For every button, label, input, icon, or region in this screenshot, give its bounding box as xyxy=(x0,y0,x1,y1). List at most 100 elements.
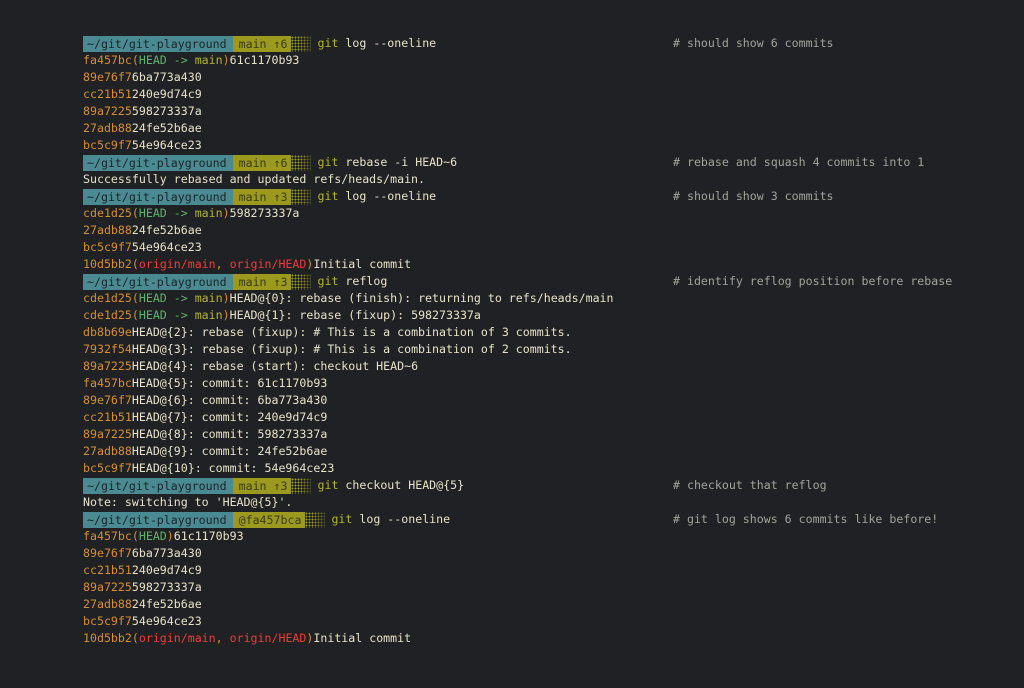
log-line: cc21b51 HEAD@{7}: commit: 240e9d74c9 xyxy=(83,409,614,426)
commit-hash: 89a7225 xyxy=(83,104,132,118)
prompt-branch-segment: main ↑3 xyxy=(232,477,292,494)
log-line: 89e76f7 HEAD@{6}: commit: 6ba773a430 xyxy=(83,392,614,409)
commit-hash: 89e76f7 xyxy=(83,70,132,84)
commit-hash: 89e76f7 xyxy=(83,393,132,407)
ref-close-paren: ) xyxy=(166,529,174,543)
ref-main: main xyxy=(194,53,223,67)
commit-message: Initial commit xyxy=(313,257,412,271)
ref-close-paren: ) xyxy=(222,308,230,322)
commit-hash: 27adb88 xyxy=(83,444,132,458)
command-comment: # identify reflog position before rebase xyxy=(673,274,953,288)
commit-message: HEAD@{8}: commit: 598273337a xyxy=(131,427,328,441)
commit-message: 24fe52b6ae xyxy=(131,223,202,237)
prompt-branch-segment: main ↑3 xyxy=(232,273,292,290)
commit-message: Initial commit xyxy=(313,631,412,645)
command-git: git xyxy=(317,189,339,203)
commit-hash: cde1d25 xyxy=(83,206,132,220)
commit-message: HEAD@{6}: commit: 6ba773a430 xyxy=(131,393,328,407)
ref-head: HEAD xyxy=(138,206,167,220)
commit-message: 6ba773a430 xyxy=(131,546,202,560)
log-line: bc5c9f7 HEAD@{10}: commit: 54e964ce23 xyxy=(83,460,614,477)
commit-message: 6ba773a430 xyxy=(131,70,202,84)
prompt-path-segment: ~/git/git-playground xyxy=(83,511,233,528)
output-text: Successfully rebased and updated refs/he… xyxy=(83,172,426,186)
ref-open-paren: ( xyxy=(131,53,139,67)
ref-close-paren: ) xyxy=(222,53,230,67)
commit-hash: 89a7225 xyxy=(83,359,132,373)
commit-message: 240e9d74c9 xyxy=(131,563,202,577)
commit-message: 54e964ce23 xyxy=(131,240,202,254)
ref-open-paren: ( xyxy=(131,308,139,322)
prompt-path-segment: ~/git/git-playground xyxy=(83,188,233,205)
commit-message: 61c1170b93 xyxy=(173,529,244,543)
commit-message: 24fe52b6ae xyxy=(131,597,202,611)
commit-hash: bc5c9f7 xyxy=(83,138,132,152)
ref-open-paren: ( xyxy=(131,257,139,271)
ref-arrow: -> xyxy=(166,53,195,67)
command-git: git xyxy=(317,478,339,492)
command-git: git xyxy=(317,155,339,169)
output-text: Note: switching to 'HEAD@{5}'. xyxy=(83,495,293,509)
log-line: cc21b51 240e9d74c9 xyxy=(83,86,614,103)
ref-separator: , xyxy=(215,257,230,271)
log-line: bc5c9f7 54e964ce23 xyxy=(83,137,614,154)
commit-message: 54e964ce23 xyxy=(131,138,202,152)
log-line: 27adb88 24fe52b6ae xyxy=(83,120,614,137)
prompt-line: ~/git/git-playground main ↑3 git log --one… xyxy=(83,188,834,205)
commit-hash: 89a7225 xyxy=(83,427,132,441)
commit-hash: 27adb88 xyxy=(83,223,132,237)
ref-origin-head: origin/HEAD xyxy=(229,631,307,645)
log-line: 89a7225 598273337a xyxy=(83,579,614,596)
ref-close-paren: ) xyxy=(222,291,230,305)
prompt-line: ~/git/git-playground main ↑6 git rebase -i… xyxy=(83,154,924,171)
prompt-line: ~/git/git-playground @fa457bca git log --o… xyxy=(83,511,938,528)
commit-hash: cc21b51 xyxy=(83,87,132,101)
commit-message: HEAD@{5}: commit: 61c1170b93 xyxy=(131,376,328,390)
commit-hash: bc5c9f7 xyxy=(83,614,132,628)
ref-main: main xyxy=(194,206,223,220)
ref-origin-head: origin/HEAD xyxy=(229,257,307,271)
ref-separator: , xyxy=(215,631,230,645)
ref-close-paren: ) xyxy=(222,206,230,220)
commit-message: 61c1170b93 xyxy=(229,53,300,67)
log-line: 89a7225 598273337a xyxy=(83,103,614,120)
prompt-line: ~/git/git-playground main ↑6 git log --one… xyxy=(83,35,834,52)
ref-open-paren: ( xyxy=(131,631,139,645)
log-line: cde1d25 (HEAD -> main) 598273337a xyxy=(83,205,614,222)
commit-hash: cc21b51 xyxy=(83,410,132,424)
terminal-output[interactable]: ~/git/git-playground main ↑6 git log --one… xyxy=(83,35,952,647)
commit-hash: 7932f54 xyxy=(83,342,132,356)
ref-main: main xyxy=(194,291,223,305)
commit-hash: 89e76f7 xyxy=(83,546,132,560)
prompt-branch-segment: main ↑6 xyxy=(232,35,292,52)
log-line: 27adb88 24fe52b6ae xyxy=(83,596,614,613)
log-line: 10d5bb2 (origin/main, origin/HEAD) Initi… xyxy=(83,256,614,273)
ref-origin-main: origin/main xyxy=(138,631,216,645)
log-line: fa457bc HEAD@{5}: commit: 61c1170b93 xyxy=(83,375,614,392)
log-line: fa457bc (HEAD -> main) 61c1170b93 xyxy=(83,52,614,69)
ref-close-paren: ) xyxy=(306,257,314,271)
commit-hash: fa457bc xyxy=(83,376,132,390)
command-git: git xyxy=(317,36,339,50)
commit-hash: 89a7225 xyxy=(83,580,132,594)
command-args: log --oneline xyxy=(352,512,451,526)
ref-head: HEAD xyxy=(138,53,167,67)
commit-hash: 27adb88 xyxy=(83,121,132,135)
commit-hash: fa457bc xyxy=(83,529,132,543)
prompt-separator-icon xyxy=(291,188,312,205)
prompt-branch-segment: main ↑6 xyxy=(232,154,292,171)
command-args: log --oneline xyxy=(338,36,437,50)
ref-open-paren: ( xyxy=(131,206,139,220)
command-git: git xyxy=(317,274,339,288)
log-line: 27adb88 24fe52b6ae xyxy=(83,222,614,239)
command-args: checkout HEAD@{5} xyxy=(338,478,465,492)
commit-message: 240e9d74c9 xyxy=(131,87,202,101)
prompt-separator-icon xyxy=(305,511,326,528)
commit-hash: bc5c9f7 xyxy=(83,240,132,254)
command-comment: # checkout that reflog xyxy=(673,478,827,492)
commit-message: HEAD@{1}: rebase (fixup): 598273337a xyxy=(229,308,481,322)
commit-message: 598273337a xyxy=(229,206,300,220)
output-line: Note: switching to 'HEAD@{5}'. xyxy=(83,494,614,511)
log-line: 10d5bb2 (origin/main, origin/HEAD) Initi… xyxy=(83,630,614,647)
prompt-path-segment: ~/git/git-playground xyxy=(83,477,233,494)
